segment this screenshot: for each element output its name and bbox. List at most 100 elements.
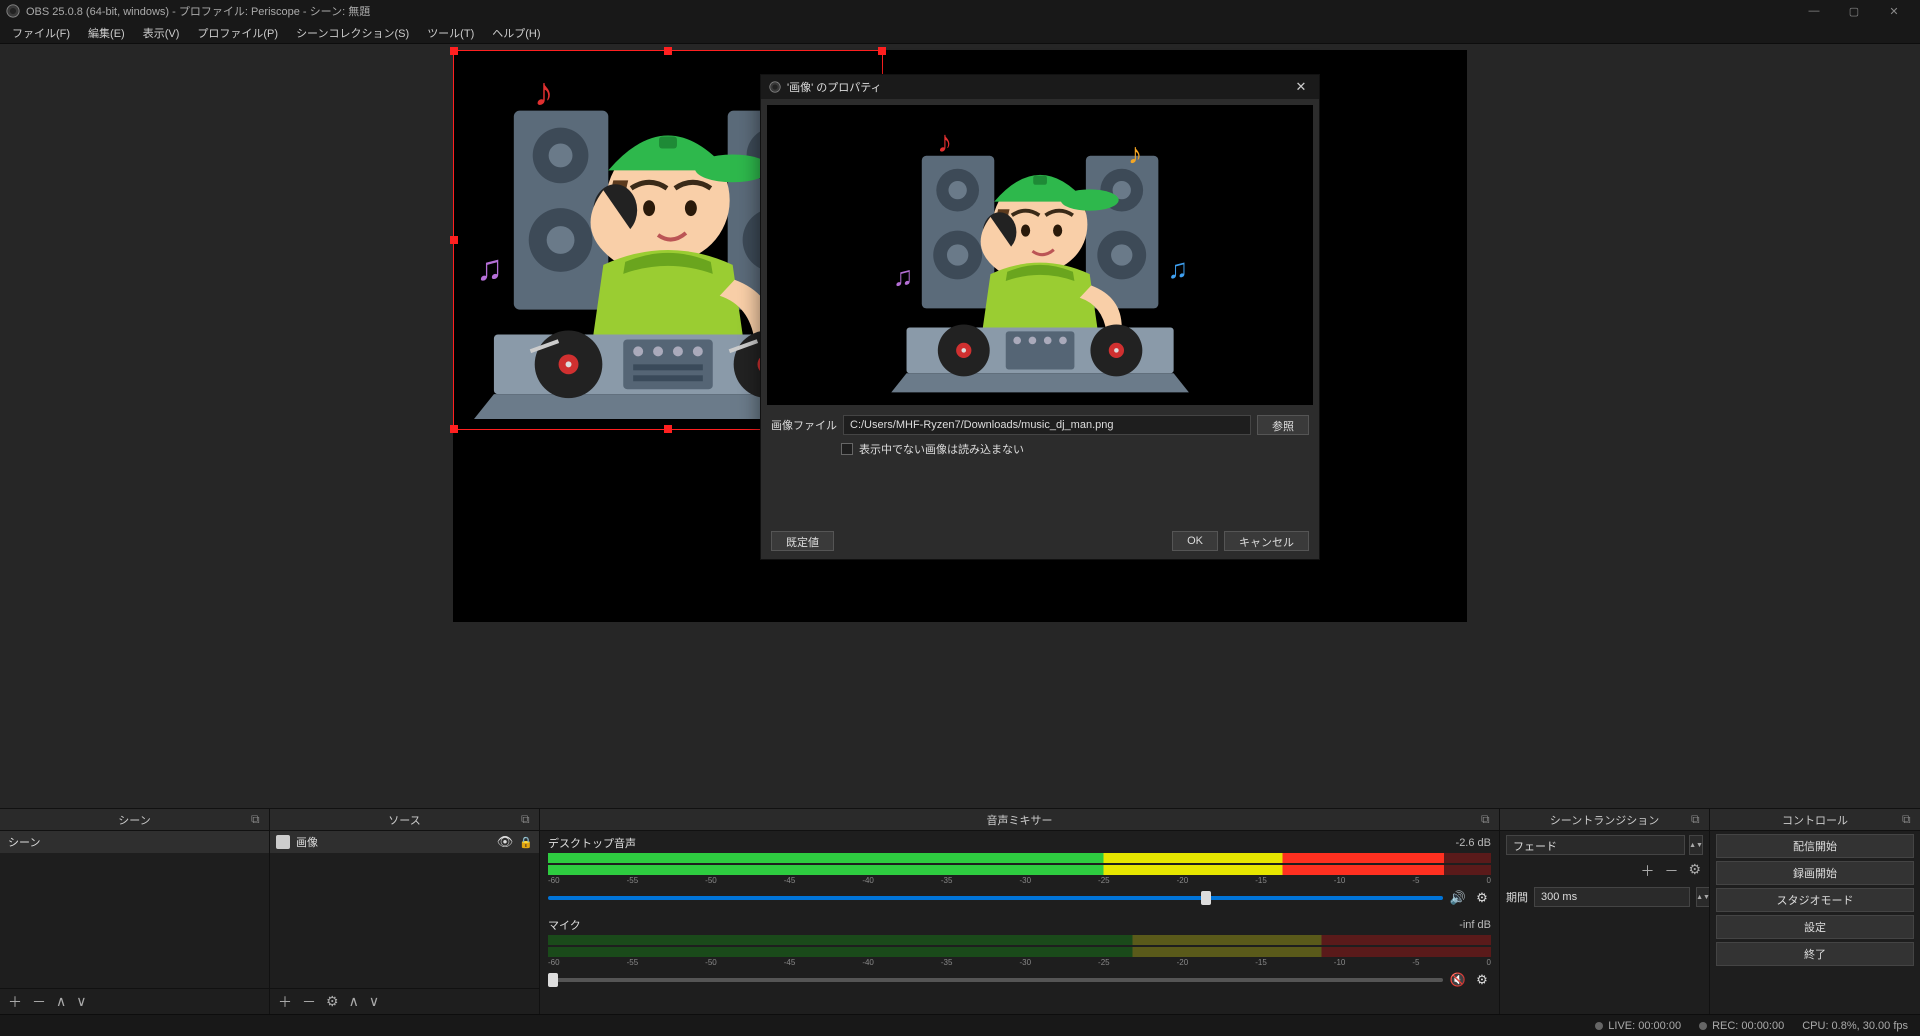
source-down-button[interactable]: ∨	[369, 993, 379, 1010]
menu-profile[interactable]: プロファイル(P)	[189, 23, 286, 43]
obs-logo-icon	[6, 4, 20, 18]
transition-settings-button[interactable]: ⚙	[1688, 861, 1701, 881]
gear-icon[interactable]: ⚙	[1473, 971, 1491, 989]
duration-label: 期間	[1506, 889, 1528, 905]
dialog-titlebar[interactable]: '画像' のプロパティ ✕	[761, 75, 1319, 99]
resize-handle-tr[interactable]	[878, 47, 886, 55]
file-label: 画像ファイル	[771, 417, 837, 433]
sources-title: ソース	[388, 812, 420, 828]
source-item[interactable]: 画像 👁 🔒	[270, 831, 539, 853]
volume-slider[interactable]	[548, 896, 1443, 900]
mixer-track-mic: マイク -inf dB -60-55-50-45-40-35-30-25-20-…	[540, 913, 1499, 995]
transitions-dock: シーントランジション ⧉ フェード ▲▼ ＋ － ⚙ 期間 ▲▼	[1500, 809, 1710, 1014]
studio-mode-button[interactable]: スタジオモード	[1716, 888, 1914, 912]
popout-icon[interactable]: ⧉	[521, 812, 535, 826]
resize-handle-tm[interactable]	[664, 47, 672, 55]
scene-add-button[interactable]: ＋	[8, 992, 22, 1012]
svg-text:♫: ♫	[476, 248, 503, 288]
resize-handle-bl[interactable]	[450, 425, 458, 433]
resize-handle-bm[interactable]	[664, 425, 672, 433]
source-up-button[interactable]: ∧	[349, 993, 359, 1010]
svg-text:♫: ♫	[893, 261, 914, 292]
mixer-dock: 音声ミキサー ⧉ デスクトップ音声 -2.6 dB -60-55-50-45-4…	[540, 809, 1500, 1014]
minimize-button[interactable]: —	[1794, 0, 1834, 22]
menu-edit[interactable]: 編集(E)	[80, 23, 133, 43]
scenes-dock: シーン ⧉ シーン ＋ － ∧ ∨	[0, 809, 270, 1014]
duration-input[interactable]	[1534, 887, 1690, 907]
status-live: LIVE: 00:00:00	[1595, 1020, 1681, 1032]
visibility-icon[interactable]: 👁	[497, 834, 514, 850]
window-title: OBS 25.0.8 (64-bit, windows) - プロファイル: P…	[26, 3, 1794, 19]
dialog-close-button[interactable]: ✕	[1291, 79, 1311, 95]
gear-icon[interactable]: ⚙	[1473, 889, 1491, 907]
menubar: ファイル(F) 編集(E) 表示(V) プロファイル(P) シーンコレクション(…	[0, 22, 1920, 44]
scene-item[interactable]: シーン	[0, 831, 269, 853]
transition-select[interactable]: フェード	[1506, 835, 1685, 855]
menu-scene-collection[interactable]: シーンコレクション(S)	[288, 23, 417, 43]
transition-remove-button[interactable]: －	[1664, 861, 1678, 881]
volume-slider[interactable]	[548, 978, 1443, 982]
image-source-icon	[276, 835, 290, 849]
popout-icon[interactable]: ⧉	[251, 812, 265, 826]
unload-when-hidden-checkbox[interactable]	[841, 443, 853, 455]
track-name: マイク	[548, 917, 581, 933]
speaker-icon[interactable]: 🔊	[1449, 889, 1467, 907]
status-rec: REC: 00:00:00	[1699, 1020, 1784, 1032]
start-recording-button[interactable]: 録画開始	[1716, 861, 1914, 885]
ok-button[interactable]: OK	[1172, 531, 1218, 551]
source-remove-button[interactable]: －	[302, 992, 316, 1012]
menu-view[interactable]: 表示(V)	[135, 23, 188, 43]
source-settings-button[interactable]: ⚙	[326, 993, 339, 1010]
resize-handle-ml[interactable]	[450, 236, 458, 244]
controls-dock: コントロール ⧉ 配信開始 録画開始 スタジオモード 設定 終了	[1710, 809, 1920, 1014]
popout-icon[interactable]: ⧉	[1691, 812, 1705, 826]
svg-text:♫: ♫	[1167, 253, 1188, 284]
level-meter	[548, 865, 1491, 875]
menu-tools[interactable]: ツール(T)	[419, 23, 482, 43]
mixer-title: 音声ミキサー	[987, 812, 1053, 828]
start-streaming-button[interactable]: 配信開始	[1716, 834, 1914, 858]
dialog-preview: ♪ ♪ ♫ ♫	[767, 105, 1313, 405]
cancel-button[interactable]: キャンセル	[1224, 531, 1309, 551]
maximize-button[interactable]: ▢	[1834, 0, 1874, 22]
settings-button[interactable]: 設定	[1716, 915, 1914, 939]
transition-updown[interactable]: ▲▼	[1689, 835, 1703, 855]
file-path-input[interactable]	[843, 415, 1251, 435]
menu-file[interactable]: ファイル(F)	[4, 23, 78, 43]
transitions-title: シーントランジション	[1550, 812, 1659, 828]
scene-down-button[interactable]: ∨	[76, 993, 86, 1010]
level-meter	[548, 947, 1491, 957]
status-cpu: CPU: 0.8%, 30.00 fps	[1802, 1020, 1908, 1032]
browse-button[interactable]: 参照	[1257, 415, 1309, 435]
rec-dot-icon	[1699, 1022, 1707, 1030]
track-db: -inf dB	[1459, 919, 1491, 931]
transition-add-button[interactable]: ＋	[1640, 861, 1654, 881]
defaults-button[interactable]: 既定値	[771, 531, 834, 551]
close-button[interactable]: ✕	[1874, 0, 1914, 22]
unload-checkbox-label: 表示中でない画像は読み込まない	[859, 441, 1024, 457]
svg-text:♪: ♪	[534, 71, 554, 115]
track-db: -2.6 dB	[1456, 837, 1491, 849]
exit-button[interactable]: 終了	[1716, 942, 1914, 966]
svg-text:♪: ♪	[1128, 138, 1143, 170]
menu-help[interactable]: ヘルプ(H)	[484, 23, 548, 43]
lock-icon[interactable]: 🔒	[519, 836, 533, 849]
dialog-title: '画像' のプロパティ	[787, 79, 882, 95]
duration-stepper[interactable]: ▲▼	[1696, 887, 1709, 907]
statusbar: LIVE: 00:00:00 REC: 00:00:00 CPU: 0.8%, …	[0, 1014, 1920, 1036]
scenes-title: シーン	[118, 812, 150, 828]
image-properties-dialog: '画像' のプロパティ ✕ ♪ ♪ ♫ ♫	[760, 74, 1320, 560]
meter-scale: -60-55-50-45-40-35-30-25-20-15-10-50	[548, 958, 1491, 967]
scene-remove-button[interactable]: －	[32, 992, 46, 1012]
popout-icon[interactable]: ⧉	[1902, 812, 1916, 826]
popout-icon[interactable]: ⧉	[1481, 812, 1495, 826]
resize-handle-tl[interactable]	[450, 47, 458, 55]
scene-up-button[interactable]: ∧	[56, 993, 66, 1010]
mixer-track-desktop: デスクトップ音声 -2.6 dB -60-55-50-45-40-35-30-2…	[540, 831, 1499, 913]
live-dot-icon	[1595, 1022, 1603, 1030]
source-add-button[interactable]: ＋	[278, 992, 292, 1012]
speaker-muted-icon[interactable]: 🔇	[1449, 971, 1467, 989]
level-meter	[548, 853, 1491, 863]
meter-scale: -60-55-50-45-40-35-30-25-20-15-10-50	[548, 876, 1491, 885]
obs-logo-icon	[769, 81, 781, 93]
